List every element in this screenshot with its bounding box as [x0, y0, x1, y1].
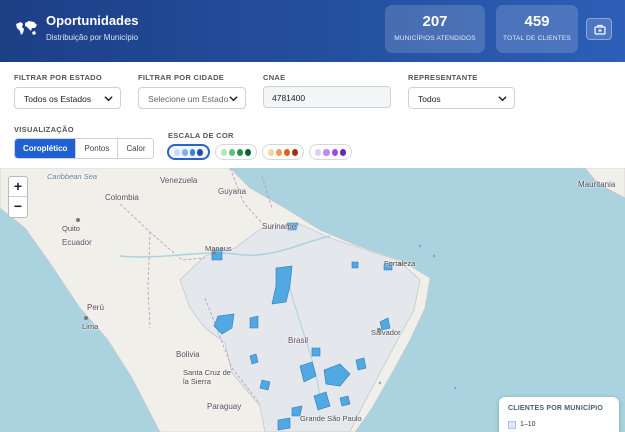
color-dot: [284, 148, 290, 156]
cidade-select[interactable]: Selecione um Estado: [138, 87, 246, 109]
color-dot: [237, 148, 243, 156]
map-label-paraguay: Paraguay: [207, 402, 242, 411]
cnae-value: 4781400: [272, 93, 306, 103]
viz-pontos-button[interactable]: Pontos: [76, 139, 119, 158]
color-dot: [331, 148, 338, 156]
representante-label: REPRESENTANTE: [408, 73, 478, 82]
map-label-quito: Quito: [62, 224, 80, 233]
app-subtitle: Distribuição por Município: [46, 33, 139, 42]
palette-purple[interactable]: [309, 144, 352, 160]
stat-label: MUNICÍPIOS ATENDIDOS: [394, 35, 476, 42]
map-label-salvador: Salvador: [371, 328, 401, 337]
palette-blue[interactable]: [167, 144, 210, 160]
municipio-highlight[interactable]: [311, 347, 321, 357]
map-label-santa-cruz: Santa Cruz de la Sierra: [183, 368, 231, 386]
island-dot: [418, 244, 422, 248]
palette-green[interactable]: [215, 144, 257, 160]
stat-label: TOTAL DE CLIENTES: [503, 35, 571, 42]
estado-label: FILTRAR POR ESTADO: [14, 73, 103, 82]
map-label-colombia: Colombia: [105, 193, 139, 202]
chevron-down-icon: [104, 96, 113, 102]
export-icon: [594, 24, 606, 35]
municipio-highlight[interactable]: [351, 261, 359, 269]
stat-clientes: 459 TOTAL DE CLIENTES: [496, 5, 578, 53]
map-label-peru: Perú: [87, 303, 104, 312]
map-legend: CLIENTES POR MUNICÍPIO 1–10: [499, 397, 619, 432]
chevron-down-icon: [229, 96, 238, 102]
color-dot: [276, 148, 282, 156]
map-label-fortaleza: Fortaleza: [384, 259, 416, 268]
map-view[interactable]: Caribbean Sea Venezuela Colombia Guyana …: [0, 168, 625, 432]
map-label-brasil: Brasil: [288, 336, 309, 345]
representante-select[interactable]: Todos: [408, 87, 515, 109]
viz-coropletico-button[interactable]: Coroplético: [15, 139, 77, 158]
municipio-highlight[interactable]: [339, 395, 351, 407]
zoom-in-button[interactable]: +: [9, 177, 27, 197]
map-label-grande-sao-paulo: Grande São Paulo: [300, 414, 362, 423]
municipio-highlight[interactable]: [277, 417, 291, 431]
estado-select[interactable]: Todos os Estados: [14, 87, 121, 109]
stat-municipios: 207 MUNICÍPIOS ATENDIDOS: [385, 5, 485, 53]
city-marker: [76, 218, 80, 222]
color-dot: [181, 148, 188, 156]
color-dot: [323, 148, 330, 156]
chevron-down-icon: [498, 96, 507, 102]
map-label-mauritania: Mauritania: [578, 180, 616, 189]
export-button[interactable]: [586, 18, 612, 40]
escala-label: ESCALA DE COR: [168, 131, 234, 140]
municipio-highlight[interactable]: [259, 379, 271, 391]
world-map-icon: [16, 21, 37, 35]
zoom-control: + −: [8, 176, 28, 218]
estado-value: Todos os Estados: [24, 94, 92, 104]
app-title: Oportunidades: [46, 13, 139, 28]
visualizacao-label: VISUALIZAÇÃO: [14, 125, 74, 134]
map-label-caribbean: Caribbean Sea: [47, 172, 98, 181]
cidade-placeholder: Selecione um Estado: [148, 94, 229, 104]
cnae-label: CNAE: [263, 73, 286, 82]
viz-calor-button[interactable]: Calor: [118, 139, 154, 158]
legend-swatch: [508, 421, 516, 429]
color-dot: [245, 148, 251, 156]
municipio-highlight[interactable]: [249, 315, 259, 329]
island-dot: [453, 386, 457, 390]
city-marker: [84, 316, 88, 320]
representante-value: Todos: [418, 94, 441, 104]
palette-orange[interactable]: [262, 144, 304, 160]
map-label-ecuador: Ecuador: [62, 238, 92, 247]
cnae-input[interactable]: 4781400: [263, 86, 391, 108]
map-label-suriname: Suriname: [262, 222, 297, 231]
color-dot: [189, 148, 196, 156]
color-dot: [339, 148, 346, 156]
map-label-bolivia: Bolivia: [176, 350, 200, 359]
color-dot: [174, 148, 180, 156]
map-label-lima: Lima: [82, 322, 99, 331]
stat-value: 459: [524, 13, 550, 30]
cidade-label: FILTRAR POR CIDADE: [138, 73, 225, 82]
color-dot: [268, 148, 274, 156]
zoom-out-button[interactable]: −: [9, 197, 27, 217]
legend-title: CLIENTES POR MUNICÍPIO: [508, 405, 604, 412]
island-dot: [378, 381, 382, 385]
color-dot: [229, 148, 235, 156]
stat-value: 207: [422, 13, 448, 30]
visualization-toggle: Coroplético Pontos Calor: [14, 138, 155, 159]
island-dot: [432, 254, 436, 258]
map-label-guyana: Guyana: [218, 187, 247, 196]
color-dot: [315, 148, 322, 156]
color-dot: [221, 148, 227, 156]
color-dot: [292, 148, 298, 156]
color-dot: [197, 148, 203, 156]
map-label-manaus: Manaus: [205, 244, 232, 253]
legend-item-label: 1–10: [520, 421, 536, 428]
municipio-highlight[interactable]: [355, 357, 367, 371]
map-canvas: [0, 168, 625, 432]
header-bar: Oportunidades Distribuição por Município…: [0, 0, 625, 62]
map-label-venezuela: Venezuela: [160, 176, 198, 185]
